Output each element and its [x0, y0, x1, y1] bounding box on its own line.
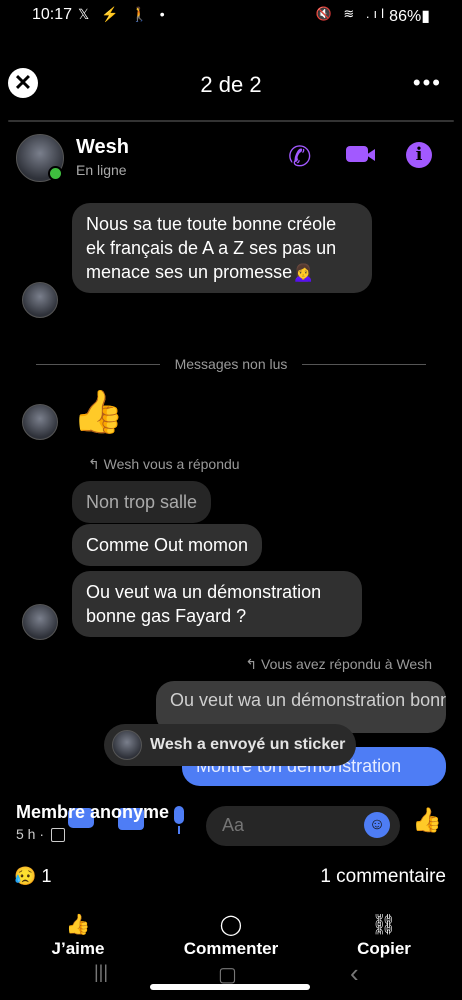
notification-icons: 𝕏 ⚡ 🚶 •: [78, 6, 169, 22]
reaction-count: 1: [41, 866, 52, 886]
copy-action-button[interactable]: ⛓ Copier: [324, 912, 444, 959]
video-camera-lens: [366, 149, 375, 161]
contact-name[interactable]: Wesh: [76, 136, 129, 159]
sender-avatar: [22, 282, 58, 318]
microphone-icon[interactable]: [174, 806, 184, 824]
more-options-icon[interactable]: •••: [413, 70, 442, 96]
like-action-button[interactable]: 👍 J’aime: [18, 912, 138, 959]
info-icon[interactable]: i: [406, 142, 432, 168]
thumbs-up-icon: 👍: [65, 914, 91, 936]
reply-note-outgoing: ↰ Vous avez répondu à Wesh: [245, 656, 432, 672]
sad-reaction-icon: 😥: [14, 866, 37, 886]
screenshot-frame-edge: [8, 120, 454, 122]
like-label: J’aime: [51, 939, 105, 958]
comment-action-button[interactable]: ◯ Commenter: [171, 912, 291, 959]
post-time: 5 h ·: [16, 826, 65, 843]
emoji-icon[interactable]: ☺: [364, 812, 390, 838]
video-camera-icon[interactable]: [346, 146, 368, 162]
post-time-text: 5 h ·: [16, 826, 45, 842]
home-indicator[interactable]: [150, 984, 310, 990]
signal-icons: 🔇 ≋ .ıl: [315, 6, 388, 21]
image-counter: 2 de 2: [200, 72, 262, 97]
comment-count[interactable]: 1 commentaire: [320, 866, 446, 888]
group-privacy-icon: [50, 828, 65, 843]
thumbs-up-sticker-icon[interactable]: 👍: [72, 388, 124, 437]
toast-avatar: [112, 730, 142, 760]
contact-status: En ligne: [76, 162, 127, 178]
status-time: 10:17: [32, 6, 73, 23]
phone-icon[interactable]: ✆: [288, 140, 311, 173]
comment-label: Commenter: [183, 939, 279, 958]
copy-label: Copier: [357, 939, 411, 958]
divider-line-right: [302, 364, 426, 365]
message-bubble-incoming[interactable]: Nous sa tue toute bonne créole ek frança…: [72, 203, 372, 293]
online-indicator: [48, 166, 63, 181]
reaction-summary[interactable]: 😥 1: [14, 866, 51, 887]
message-composer[interactable]: ☺: [206, 806, 400, 846]
microphone-stand: [178, 826, 180, 834]
like-button-icon[interactable]: 👍: [412, 806, 442, 835]
status-bar: 10:17 𝕏 ⚡ 🚶 • 🔇 ≋ .ıl 86%▮: [0, 0, 462, 32]
battery-indicator: 86%▮: [389, 8, 430, 25]
poster-name[interactable]: Membre anonyme: [16, 802, 169, 823]
sender-avatar: [22, 604, 58, 640]
comment-bubble-icon: ◯: [219, 914, 243, 936]
sender-avatar: [22, 404, 58, 440]
toast-text: Wesh a envoyé un sticker: [150, 736, 346, 753]
message-input[interactable]: [220, 814, 354, 837]
link-icon: ⛓: [371, 914, 397, 936]
recent-apps-icon[interactable]: |||: [94, 962, 108, 983]
quoted-message[interactable]: Non trop salle: [72, 481, 212, 523]
sticker-toast[interactable]: Wesh a envoyé un sticker: [104, 724, 356, 766]
back-icon[interactable]: ‹: [350, 958, 359, 989]
message-bubble-incoming[interactable]: Comme Out momon: [72, 524, 263, 566]
reply-note: ↰ Wesh vous a répondu: [88, 456, 240, 472]
message-bubble-incoming[interactable]: Ou veut wa un démonstration bonne gas Fa…: [72, 571, 362, 637]
